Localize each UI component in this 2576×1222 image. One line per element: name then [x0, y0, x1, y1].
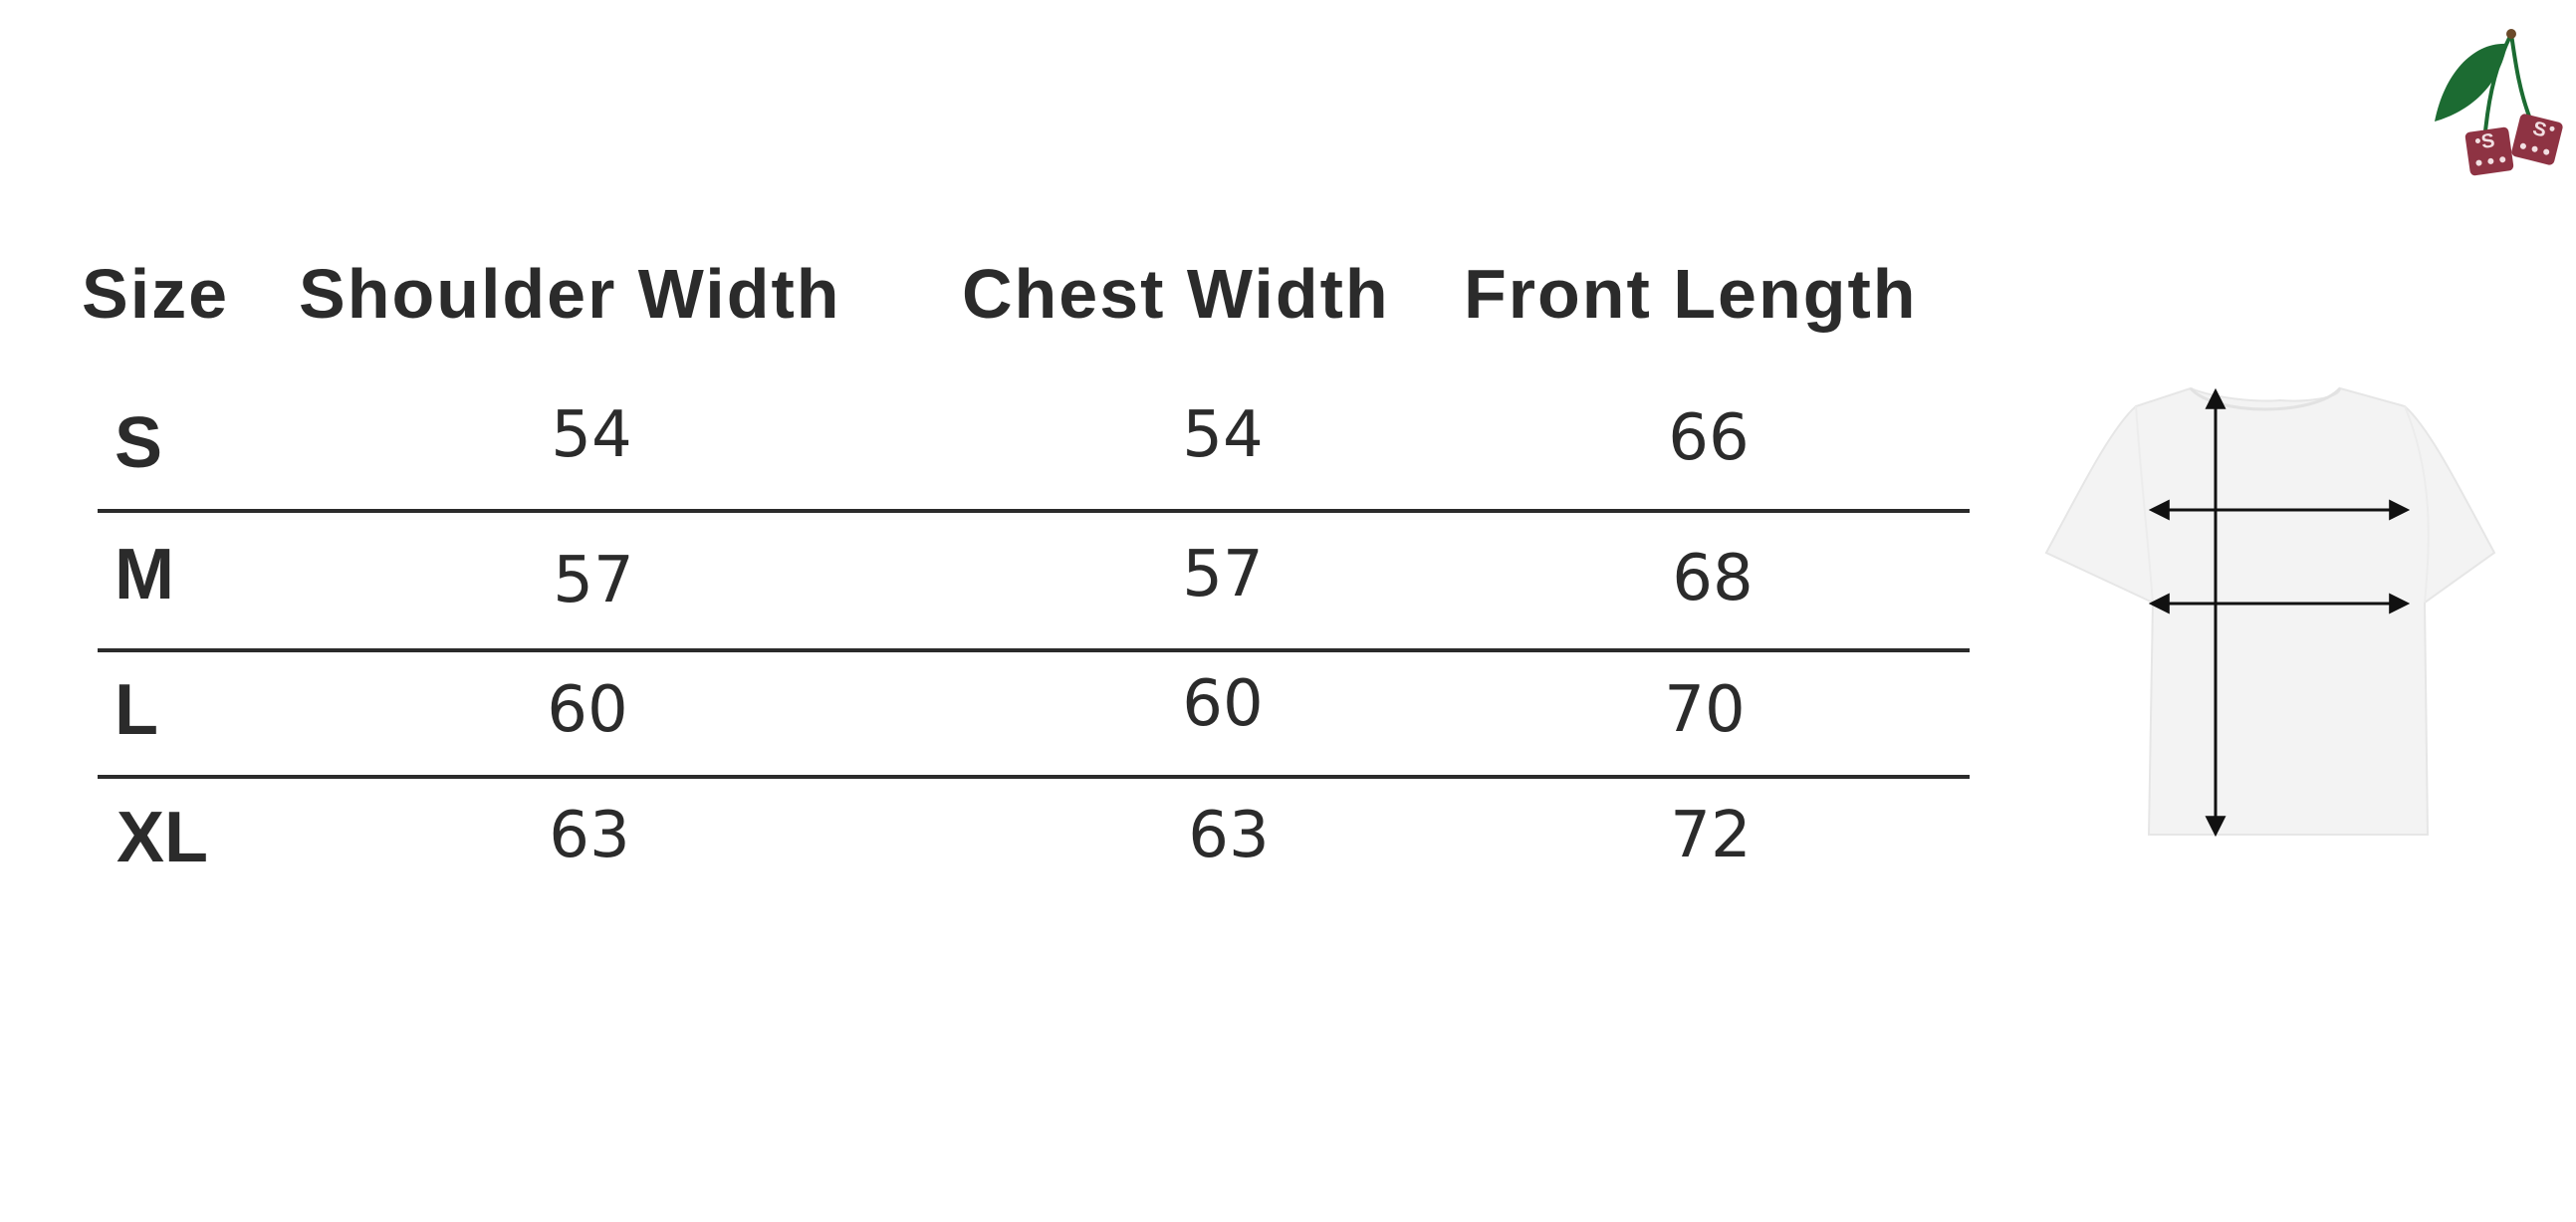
- cell-xl-chest: 63: [1188, 799, 1270, 872]
- cell-l-shoulder: 60: [547, 673, 628, 747]
- cell-m-length: 68: [1672, 542, 1754, 615]
- cell-xl-length: 72: [1670, 799, 1752, 872]
- row-divider: [98, 648, 1970, 652]
- cell-m-shoulder: 57: [553, 544, 634, 617]
- header-front-length: Front Length: [1464, 255, 1918, 333]
- header-size: Size: [82, 255, 230, 333]
- cherry-dice-logo-icon: S S: [2420, 22, 2569, 181]
- size-label-m: M: [115, 535, 174, 614]
- header-chest-width: Chest Width: [962, 255, 1390, 333]
- cell-s-chest: 54: [1182, 398, 1264, 472]
- size-label-l: L: [115, 670, 158, 750]
- size-label-xl: XL: [117, 798, 209, 877]
- cell-s-shoulder: 54: [551, 398, 632, 472]
- cell-m-chest: 57: [1182, 538, 1264, 611]
- row-divider: [98, 509, 1970, 513]
- row-divider: [98, 775, 1970, 779]
- cell-l-chest: 60: [1182, 667, 1264, 741]
- cell-l-length: 70: [1664, 673, 1746, 747]
- size-label-s: S: [115, 403, 163, 483]
- tshirt-measurement-icon: [2041, 368, 2519, 847]
- cell-xl-shoulder: 63: [549, 799, 630, 872]
- cell-s-length: 66: [1668, 401, 1750, 475]
- header-shoulder-width: Shoulder Width: [299, 255, 841, 333]
